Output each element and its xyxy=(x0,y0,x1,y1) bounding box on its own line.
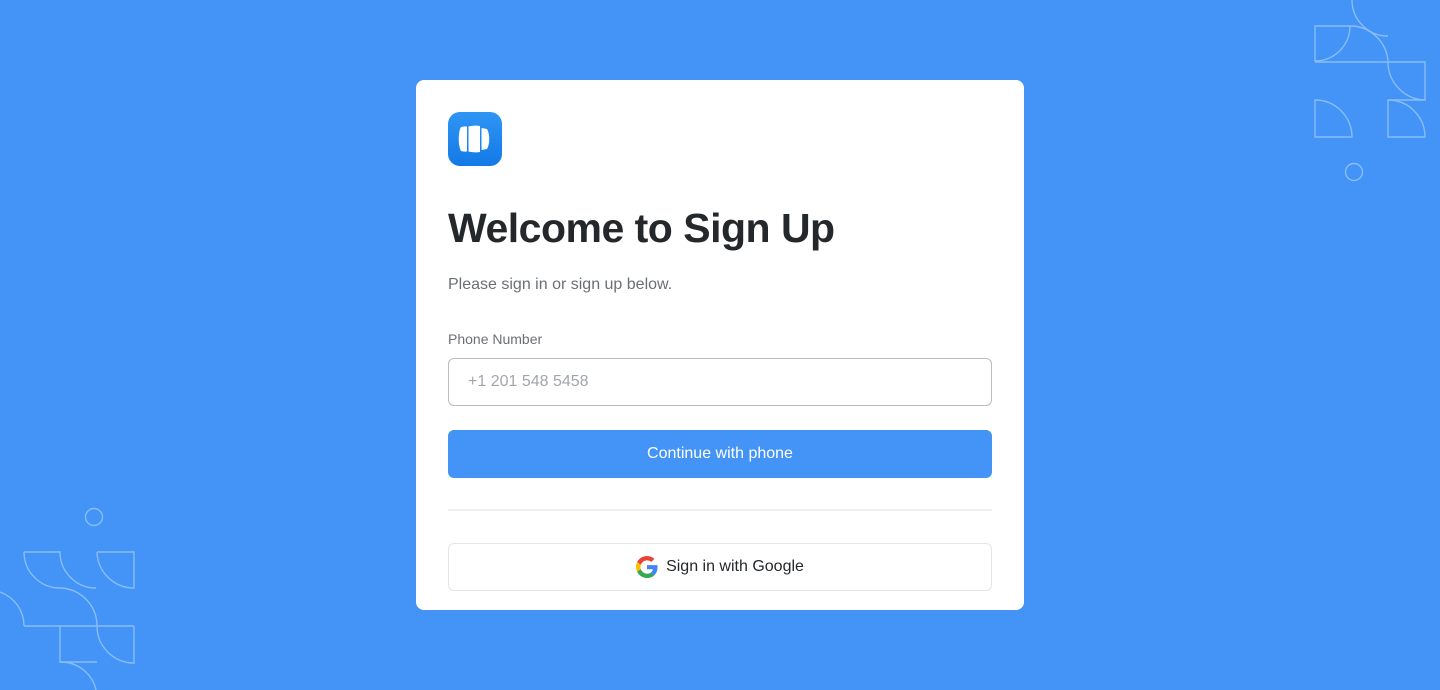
sign-in-with-google-button[interactable]: Sign in with Google xyxy=(448,543,992,591)
background-decoration-bottom-left xyxy=(0,507,135,690)
divider xyxy=(448,509,992,511)
google-icon xyxy=(636,556,658,578)
sign-up-card: Welcome to Sign Up Please sign in or sig… xyxy=(416,80,1024,610)
sign-in-with-google-label: Sign in with Google xyxy=(666,558,804,575)
phone-number-input[interactable] xyxy=(448,358,992,406)
page-subtitle: Please sign in or sign up below. xyxy=(448,276,673,293)
phone-number-label: Phone Number xyxy=(448,331,543,347)
continue-with-phone-button[interactable]: Continue with phone xyxy=(448,430,992,478)
page-title: Welcome to Sign Up xyxy=(448,205,835,251)
app-logo-icon xyxy=(458,125,490,153)
app-logo xyxy=(448,112,502,166)
background-decoration-top-right xyxy=(1314,0,1426,182)
